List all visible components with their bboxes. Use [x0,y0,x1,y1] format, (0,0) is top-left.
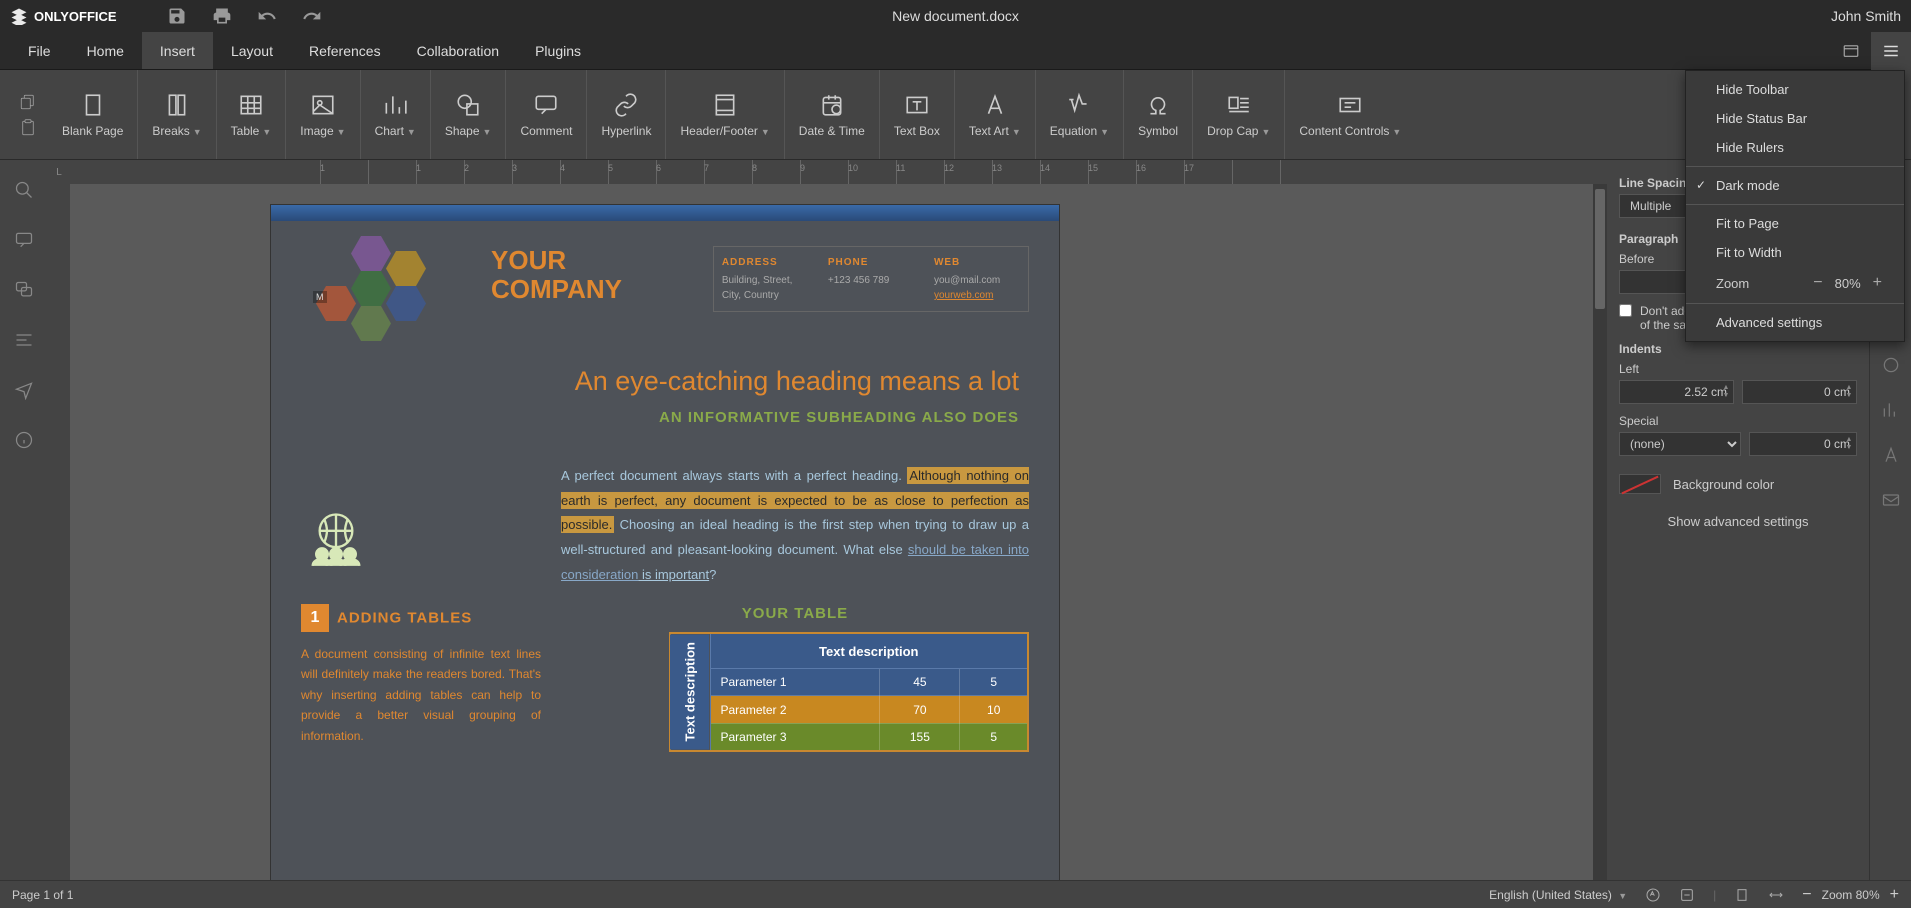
page-container[interactable]: M YOUR COMPANY ADDRESSBuilding, Street, … [70,184,1607,880]
ribbon-text-box[interactable]: Text Box [880,70,955,159]
bg-color-swatch[interactable] [1619,474,1661,494]
language-selector[interactable]: English (United States) ▼ [1489,888,1627,902]
dont-add-checkbox[interactable] [1619,304,1632,317]
menu-zoom-in[interactable]: + [1867,274,1888,292]
chart-settings-icon[interactable] [1881,400,1901,420]
menu-bar: File Home Insert Layout References Colla… [0,32,1911,70]
comments-icon[interactable] [14,230,34,250]
ribbon-chart[interactable]: Chart▼ [361,70,431,159]
redo-icon[interactable] [302,6,322,26]
ribbon-comment[interactable]: Comment [506,70,587,159]
ribbon-symbol[interactable]: Symbol [1124,70,1193,159]
app-logo: ONLYOFFICE [10,7,117,25]
ribbon-breaks[interactable]: Breaks▼ [138,70,216,159]
search-icon[interactable] [14,180,34,200]
indent-left-input[interactable] [1619,380,1734,404]
menu-advanced-settings[interactable]: Advanced settings [1686,308,1904,337]
menu-fit-page[interactable]: Fit to Page [1686,209,1904,238]
ruler-horizontal[interactable]: 11234567891011121314151617 [70,160,1607,184]
menu-fit-width[interactable]: Fit to Width [1686,238,1904,267]
globe-people-icon [301,509,371,569]
doc-heading: An eye-catching heading means a lot [311,366,1019,397]
undo-icon[interactable] [257,6,277,26]
doc-table: Text descriptionText description Paramet… [669,632,1029,751]
ribbon-equation[interactable]: Equation▼ [1036,70,1124,159]
ribbon-hyperlink[interactable]: Hyperlink [587,70,666,159]
spellcheck-icon[interactable] [1645,887,1661,903]
zoom-level[interactable]: Zoom 80% [1822,888,1880,902]
mail-merge-icon[interactable] [1881,490,1901,510]
navigation-icon[interactable] [14,330,34,350]
menu-zoom: Zoom − 80% + [1686,267,1904,299]
zoom-in-button[interactable]: + [1890,886,1899,904]
copy-icon[interactable] [19,93,37,111]
special-amount-input[interactable] [1749,432,1857,456]
ribbon-text-art[interactable]: Text Art▼ [955,70,1036,159]
scrollbar-vertical[interactable] [1593,184,1607,880]
ribbon-table[interactable]: Table▼ [217,70,287,159]
open-file-location-icon[interactable] [1831,32,1871,70]
doc-title: New document.docx [892,8,1019,24]
menu-dark-mode[interactable]: Dark mode [1686,171,1904,200]
ribbon-image[interactable]: Image▼ [286,70,360,159]
track-changes-icon[interactable] [1679,887,1695,903]
page-indicator[interactable]: Page 1 of 1 [12,888,73,902]
special-select[interactable]: (none) [1619,432,1741,456]
menu-layout[interactable]: Layout [213,32,291,69]
menu-collaboration[interactable]: Collaboration [399,32,518,69]
user-name[interactable]: John Smith [1831,8,1901,24]
zoom-controls: − Zoom 80% + [1802,886,1899,904]
logo-icon [10,7,28,25]
menu-hide-rulers[interactable]: Hide Rulers [1686,133,1904,162]
shape-settings-icon[interactable] [1881,355,1901,375]
left-sidebar [0,160,48,880]
ribbon-content-controls[interactable]: Content Controls▼ [1285,70,1415,159]
menu-hide-toolbar[interactable]: Hide Toolbar [1686,75,1904,104]
feedback-icon[interactable] [14,380,34,400]
menu-file[interactable]: File [10,32,69,69]
ruler-corner[interactable]: L [48,160,70,184]
ribbon-drop-cap[interactable]: Drop Cap▼ [1193,70,1285,159]
save-icon[interactable] [167,6,187,26]
status-bar: Page 1 of 1 English (United States) ▼ | … [0,880,1911,908]
ruler-vertical[interactable] [48,184,70,880]
header-graphic: M [301,231,471,336]
text-art-settings-icon[interactable] [1881,445,1901,465]
view-settings-menu: Hide Toolbar Hide Status Bar Hide Rulers… [1685,70,1905,342]
ribbon: Blank Page Breaks▼ Table▼ Image▼ Chart▼ … [0,70,1911,160]
ribbon-blank-page[interactable]: Blank Page [48,70,138,159]
menu-hide-status[interactable]: Hide Status Bar [1686,104,1904,133]
advanced-settings-link[interactable]: Show advanced settings [1619,514,1857,529]
view-settings-icon[interactable] [1871,32,1911,70]
paste-icon[interactable] [19,119,37,137]
chat-icon[interactable] [14,280,34,300]
company-name: YOUR COMPANY [491,246,698,303]
doc-paragraph: A perfect document always starts with a … [561,464,1029,587]
doc-subheading: AN INFORMATIVE SUBHEADING ALSO DOES [311,409,1019,426]
ribbon-header-footer[interactable]: Header/Footer▼ [666,70,784,159]
zoom-out-button[interactable]: − [1802,886,1811,904]
menu-plugins[interactable]: Plugins [517,32,599,69]
ribbon-date-time[interactable]: Date & Time [785,70,880,159]
menu-insert[interactable]: Insert [142,32,213,69]
indent-right-input[interactable] [1742,380,1857,404]
print-icon[interactable] [212,6,232,26]
title-bar: ONLYOFFICE New document.docx John Smith [0,0,1911,32]
document-page[interactable]: M YOUR COMPANY ADDRESSBuilding, Street, … [270,204,1060,880]
menu-zoom-out[interactable]: − [1807,274,1828,292]
about-icon[interactable] [14,430,34,450]
menu-references[interactable]: References [291,32,399,69]
menu-home[interactable]: Home [69,32,142,69]
main-area: L 11234567891011121314151617 [0,160,1911,880]
fit-width-icon[interactable] [1768,887,1784,903]
editor-area: L 11234567891011121314151617 [48,160,1607,880]
fit-page-icon[interactable] [1734,887,1750,903]
ribbon-shape[interactable]: Shape▼ [431,70,507,159]
